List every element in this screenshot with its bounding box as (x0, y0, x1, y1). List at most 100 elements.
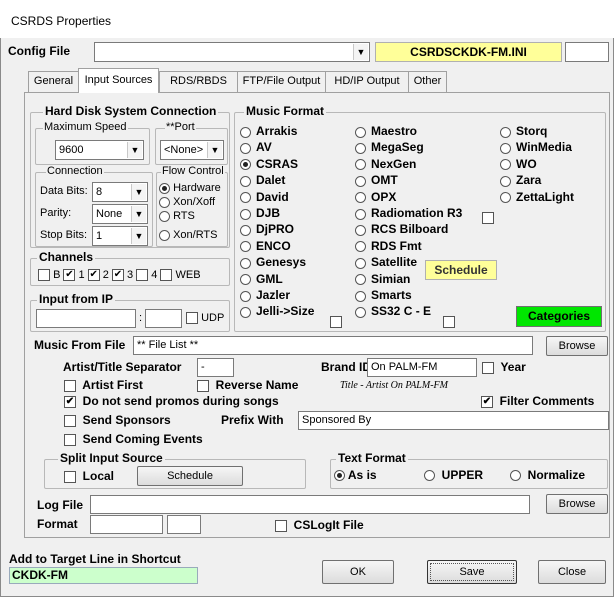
filter-comments-label: Filter Comments (499, 394, 595, 408)
config-extra-field[interactable] (565, 42, 609, 62)
music-format-option[interactable]: ENCO (240, 239, 291, 253)
check-icon: ✔ (111, 269, 124, 282)
chevron-down-icon[interactable]: ▼ (131, 184, 146, 200)
music-format-option[interactable]: Dalet (240, 173, 285, 187)
flow-xonrts-option[interactable]: Xon/RTS (159, 229, 218, 241)
music-format-option[interactable]: David (240, 190, 289, 204)
music-format-option[interactable]: Storq (500, 124, 547, 138)
udp-checkbox[interactable]: UDP (186, 312, 224, 325)
tab-rds-rbds[interactable]: RDS/RBDS (159, 71, 238, 92)
tab-input-sources[interactable]: Input Sources (78, 68, 159, 93)
ip-address-input[interactable] (36, 309, 136, 328)
artist-separator-input[interactable]: - (197, 358, 234, 377)
channel-1-checkbox[interactable]: ✔ 1 (63, 269, 85, 282)
music-format-option[interactable]: Satellite (355, 255, 417, 269)
format-as-is-option[interactable]: As is (334, 468, 377, 482)
parity-select[interactable]: None ▼ (92, 204, 148, 224)
channel-3-checkbox[interactable]: ✔ 3 (111, 269, 133, 282)
chevron-down-icon[interactable]: ▼ (353, 44, 368, 60)
cslogit-checkbox[interactable]: CSLogIt File (275, 518, 364, 532)
music-format-option[interactable]: MegaSeg (355, 140, 424, 154)
jelli-size-checkbox[interactable] (330, 316, 342, 328)
music-format-option-label: MegaSeg (371, 140, 424, 155)
checkbox-icon (64, 433, 76, 446)
flow-hardware-option[interactable]: Hardware (159, 182, 221, 194)
target-line-input[interactable]: CKDK-FM (9, 567, 198, 584)
radio-icon (240, 224, 251, 236)
port-select[interactable]: <None> ▼ (160, 140, 224, 160)
flow-rts-option[interactable]: RTS (159, 210, 195, 222)
data-bits-select[interactable]: 8 ▼ (92, 182, 148, 202)
format-normalize-option[interactable]: Normalize (510, 468, 585, 482)
check-icon: ✔ (481, 395, 493, 408)
send-coming-events-checkbox[interactable]: Send Coming Events (64, 432, 203, 446)
music-format-option[interactable]: Radiomation R3 (355, 206, 462, 220)
close-button[interactable]: Close (538, 560, 606, 584)
artist-first-checkbox[interactable]: Artist First (64, 378, 143, 392)
format-input-1[interactable] (90, 515, 163, 534)
channel-4-checkbox[interactable]: 4 (136, 269, 157, 282)
channel-b-checkbox[interactable]: B (38, 269, 60, 282)
music-format-option[interactable]: NexGen (355, 157, 416, 171)
music-format-option[interactable]: OMT (355, 173, 398, 187)
format-upper-option[interactable]: UPPER (424, 468, 483, 482)
ip-port-input[interactable] (145, 309, 182, 328)
year-checkbox[interactable]: Year (482, 360, 526, 374)
music-format-option[interactable]: WO (500, 157, 537, 171)
music-format-option[interactable]: Maestro (355, 124, 417, 138)
music-format-option[interactable]: Simian (355, 272, 410, 286)
local-checkbox[interactable]: Local (64, 469, 114, 483)
channel-web-checkbox[interactable]: WEB (160, 269, 201, 282)
ss32-checkbox[interactable] (443, 316, 455, 328)
music-format-option[interactable]: SS32 C - E (355, 304, 431, 318)
chevron-down-icon[interactable]: ▼ (131, 228, 146, 244)
format-input-2[interactable] (167, 515, 201, 534)
music-format-option[interactable]: Zara (500, 173, 541, 187)
flow-xonxoff-option[interactable]: Xon/Xoff (159, 196, 215, 208)
music-format-option[interactable]: Jazler (240, 288, 290, 302)
speed-select[interactable]: 9600 ▼ (55, 140, 144, 160)
music-format-option[interactable]: WinMedia (500, 140, 572, 154)
send-sponsors-checkbox[interactable]: Send Sponsors (64, 413, 171, 427)
reverse-name-checkbox[interactable]: Reverse Name (197, 378, 298, 392)
music-format-option[interactable]: Jelli->Size (240, 304, 314, 318)
tab-other[interactable]: Other (408, 71, 447, 92)
log-file-input[interactable] (90, 495, 530, 514)
log-file-browse-button[interactable]: Browse (546, 494, 608, 514)
radiomation-r3-checkbox[interactable] (482, 212, 494, 224)
prefix-input[interactable]: Sponsored By (298, 411, 609, 430)
music-format-option[interactable]: RCS Bilboard (355, 222, 448, 236)
music-format-option[interactable]: Genesys (240, 255, 306, 269)
tab-ftp-file-output[interactable]: FTP/File Output (237, 71, 326, 92)
music-format-option[interactable]: CSRAS (240, 157, 298, 171)
no-promos-checkbox[interactable]: ✔ Do not send promos during songs (64, 394, 279, 408)
ok-button[interactable]: OK (322, 560, 394, 584)
radio-icon (240, 126, 251, 138)
stop-bits-select[interactable]: 1 ▼ (92, 226, 148, 246)
split-schedule-button[interactable]: Schedule (137, 466, 243, 486)
music-format-option[interactable]: RDS Fmt (355, 239, 422, 253)
chevron-down-icon[interactable]: ▼ (127, 142, 142, 158)
music-format-option[interactable]: Arrakis (240, 124, 297, 138)
brand-id-input[interactable]: On PALM-FM (367, 358, 477, 377)
music-format-option[interactable]: Smarts (355, 288, 412, 302)
chevron-down-icon[interactable]: ▼ (131, 206, 146, 222)
music-format-option[interactable]: GML (240, 272, 283, 286)
chevron-down-icon[interactable]: ▼ (207, 142, 222, 158)
prefix-label: Prefix With (221, 413, 284, 427)
music-file-input[interactable]: ** File List ** (133, 336, 533, 355)
music-file-browse-button[interactable]: Browse (546, 336, 608, 356)
music-format-option[interactable]: AV (240, 140, 272, 154)
schedule-button[interactable]: Schedule (425, 260, 497, 280)
tab-hd-ip-output[interactable]: HD/IP Output (325, 71, 409, 92)
tab-general[interactable]: General (28, 71, 79, 92)
save-button[interactable]: Save (427, 560, 517, 584)
music-format-option[interactable]: DjPRO (240, 222, 294, 236)
filter-comments-checkbox[interactable]: ✔ Filter Comments (481, 394, 594, 408)
music-format-option[interactable]: DJB (240, 206, 280, 220)
music-format-option[interactable]: ZettaLight (500, 190, 574, 204)
channel-2-checkbox[interactable]: ✔ 2 (87, 269, 109, 282)
categories-button[interactable]: Categories (516, 306, 602, 327)
music-format-option[interactable]: OPX (355, 190, 396, 204)
config-file-select[interactable]: ▼ (94, 42, 370, 62)
